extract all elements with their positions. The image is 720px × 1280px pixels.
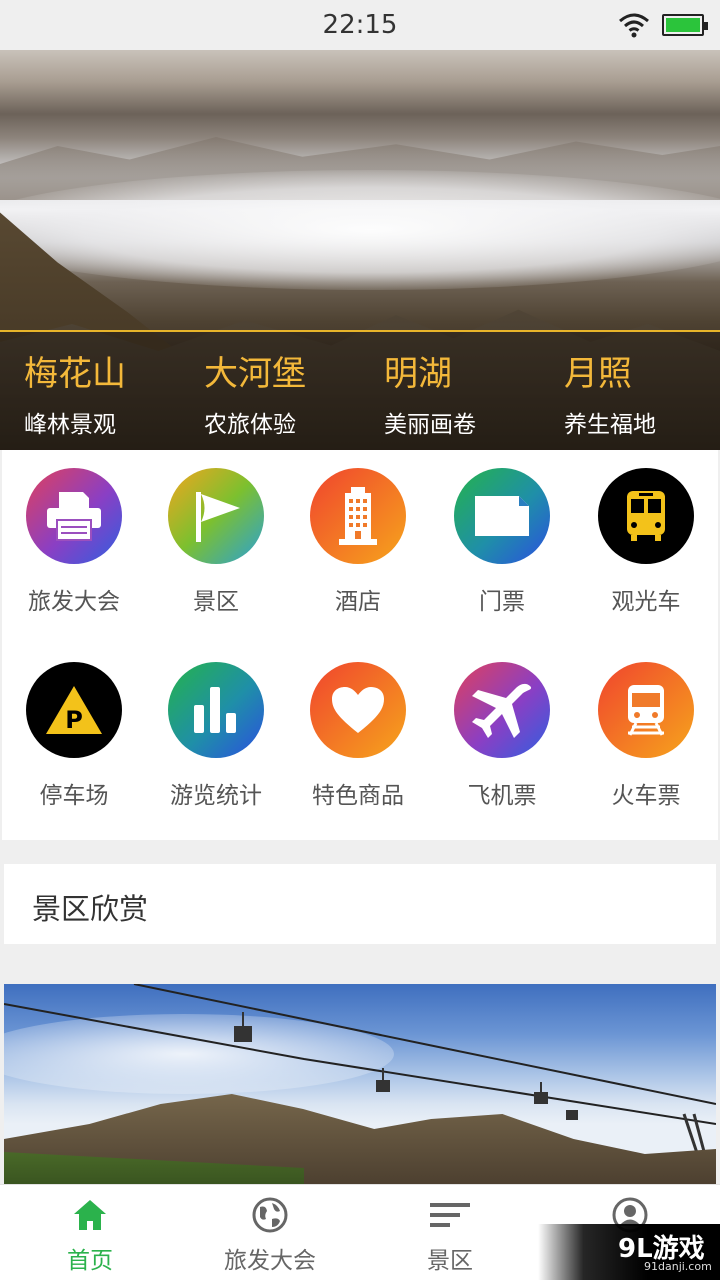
grid-item-lvfa-dahui[interactable]: 旅发大会 xyxy=(2,468,146,616)
train-icon xyxy=(598,662,694,758)
grid-item-jiudian[interactable]: 酒店 xyxy=(286,468,430,616)
wifi-icon xyxy=(619,13,649,38)
hero-spot-desc: 峰林景观 xyxy=(24,412,116,438)
grid-item-huochepiao[interactable]: 火车票 xyxy=(574,662,718,810)
ticket-icon xyxy=(454,468,550,564)
grid-label: 火车票 xyxy=(611,783,681,809)
svg-text:P: P xyxy=(65,706,83,734)
tab-label: 旅发大会 xyxy=(224,1248,316,1274)
grid-label: 观光车 xyxy=(611,589,681,615)
grid-item-menpiao[interactable]: 门票 xyxy=(430,468,574,616)
grid-item-feijipiao[interactable]: 飞机票 xyxy=(430,662,574,810)
hero-spot-name: 明湖 xyxy=(384,354,452,394)
hero-spot-meihuashan[interactable]: 梅花山 峰林景观 xyxy=(24,346,204,439)
printer-icon xyxy=(26,468,122,564)
hotel-building-icon xyxy=(310,468,406,564)
grid-label: 特色商品 xyxy=(312,783,404,809)
hero-spot-minghu[interactable]: 明湖 美丽画卷 xyxy=(384,346,564,439)
hero-banner[interactable]: 梅花山 峰林景观 大河堡 农旅体验 明湖 美丽画卷 月照 养生福地 xyxy=(0,50,720,450)
grid-label: 停车场 xyxy=(39,783,109,809)
grid-label: 门票 xyxy=(479,589,525,615)
watermark-url: 91danji.com xyxy=(644,1260,712,1273)
tab-lvfa-dahui[interactable]: 旅发大会 xyxy=(180,1185,360,1280)
hero-spot-name: 月照 xyxy=(564,354,632,394)
grid-label: 飞机票 xyxy=(467,783,537,809)
hero-spot-yuezhao[interactable]: 月照 养生福地 xyxy=(564,346,720,439)
status-bar: 22:15 xyxy=(0,0,720,50)
hero-spot-name: 大河堡 xyxy=(204,354,306,394)
watermark-logo: 9L游戏 91danji.com xyxy=(538,1224,720,1280)
hero-spot-desc: 养生福地 xyxy=(564,412,656,438)
section-title: 景区欣赏 xyxy=(32,892,149,926)
battery-icon xyxy=(662,14,708,36)
home-icon xyxy=(70,1195,110,1235)
hero-spot-desc: 美丽画卷 xyxy=(384,412,476,438)
bus-icon xyxy=(598,468,694,564)
grid-item-tese-shangpin[interactable]: 特色商品 xyxy=(286,662,430,810)
grid-label: 景区 xyxy=(193,589,239,615)
hero-spot-dahebao[interactable]: 大河堡 农旅体验 xyxy=(204,346,384,439)
grid-label: 游览统计 xyxy=(170,783,262,809)
section-header: 景区欣赏 xyxy=(4,864,716,944)
tab-home[interactable]: 首页 xyxy=(0,1185,180,1280)
grid-label: 酒店 xyxy=(335,589,381,615)
list-icon xyxy=(430,1195,470,1235)
scenic-photo[interactable] xyxy=(4,984,716,1184)
grid-item-jingqu[interactable]: 景区 xyxy=(144,468,288,616)
grid-item-guangguangche[interactable]: 观光车 xyxy=(574,468,718,616)
function-grid: 旅发大会 景区 酒店 门票 观光车 P 停车场 游览统计 特色商品 飞机票 火车… xyxy=(2,450,718,840)
hero-spot-desc: 农旅体验 xyxy=(204,412,296,438)
grid-item-youlan-tongji[interactable]: 游览统计 xyxy=(144,662,288,810)
tab-label: 首页 xyxy=(67,1248,113,1274)
grid-label: 旅发大会 xyxy=(28,589,120,615)
flag-icon xyxy=(168,468,264,564)
hero-spot-name: 梅花山 xyxy=(24,354,126,394)
heart-icon xyxy=(310,662,406,758)
airplane-icon xyxy=(454,662,550,758)
bar-chart-icon xyxy=(168,662,264,758)
globe-icon xyxy=(250,1195,290,1235)
status-time: 22:15 xyxy=(322,10,398,40)
grid-item-tingchechang[interactable]: P 停车场 xyxy=(2,662,146,810)
parking-icon: P xyxy=(26,662,122,758)
tab-label: 景区 xyxy=(427,1248,473,1274)
tab-jingqu[interactable]: 景区 xyxy=(360,1185,540,1280)
